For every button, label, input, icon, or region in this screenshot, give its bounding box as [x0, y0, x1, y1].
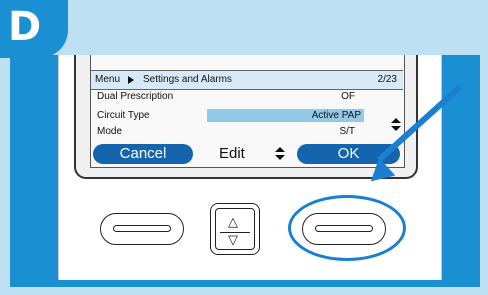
screen-header: Menu Settings and Alarms 2/23	[91, 70, 403, 90]
softkey-bar: Cancel Edit OK	[91, 144, 403, 164]
setting-row-mode[interactable]: Mode S/T	[91, 125, 403, 138]
setting-label: Circuit Type	[97, 110, 150, 121]
setting-row-circuit-type[interactable]: Circuit Type Active PAP	[91, 109, 403, 122]
setting-label: Dual Prescription	[97, 91, 174, 102]
setting-label: Mode	[97, 126, 123, 137]
setting-value: OF	[341, 91, 355, 102]
left-hardware-button[interactable]	[100, 213, 184, 245]
step-badge: D	[0, 0, 68, 58]
up-down-hardware-button[interactable]: △ ▽	[210, 203, 260, 255]
menu-arrow-icon	[128, 76, 134, 84]
breadcrumb: Menu	[95, 74, 121, 85]
setting-row-dual-prescription[interactable]: Dual Prescription OF	[91, 90, 403, 103]
step-letter: D	[8, 4, 42, 50]
highlight-ring-icon	[288, 195, 406, 261]
up-down-icon	[275, 147, 285, 161]
setting-value: Active PAP	[311, 110, 361, 121]
down-triangle-icon: ▽	[228, 232, 238, 247]
button-bar-icon	[113, 225, 171, 232]
setting-value: S/T	[339, 126, 355, 137]
cancel-softkey[interactable]: Cancel	[93, 144, 193, 164]
up-triangle-icon: △	[228, 214, 238, 229]
section-title: Settings and Alarms	[143, 74, 232, 85]
up-down-inner: △ ▽	[215, 208, 255, 250]
page-indicator: 2/23	[377, 74, 397, 85]
edit-softkey[interactable]: Edit	[219, 144, 245, 164]
